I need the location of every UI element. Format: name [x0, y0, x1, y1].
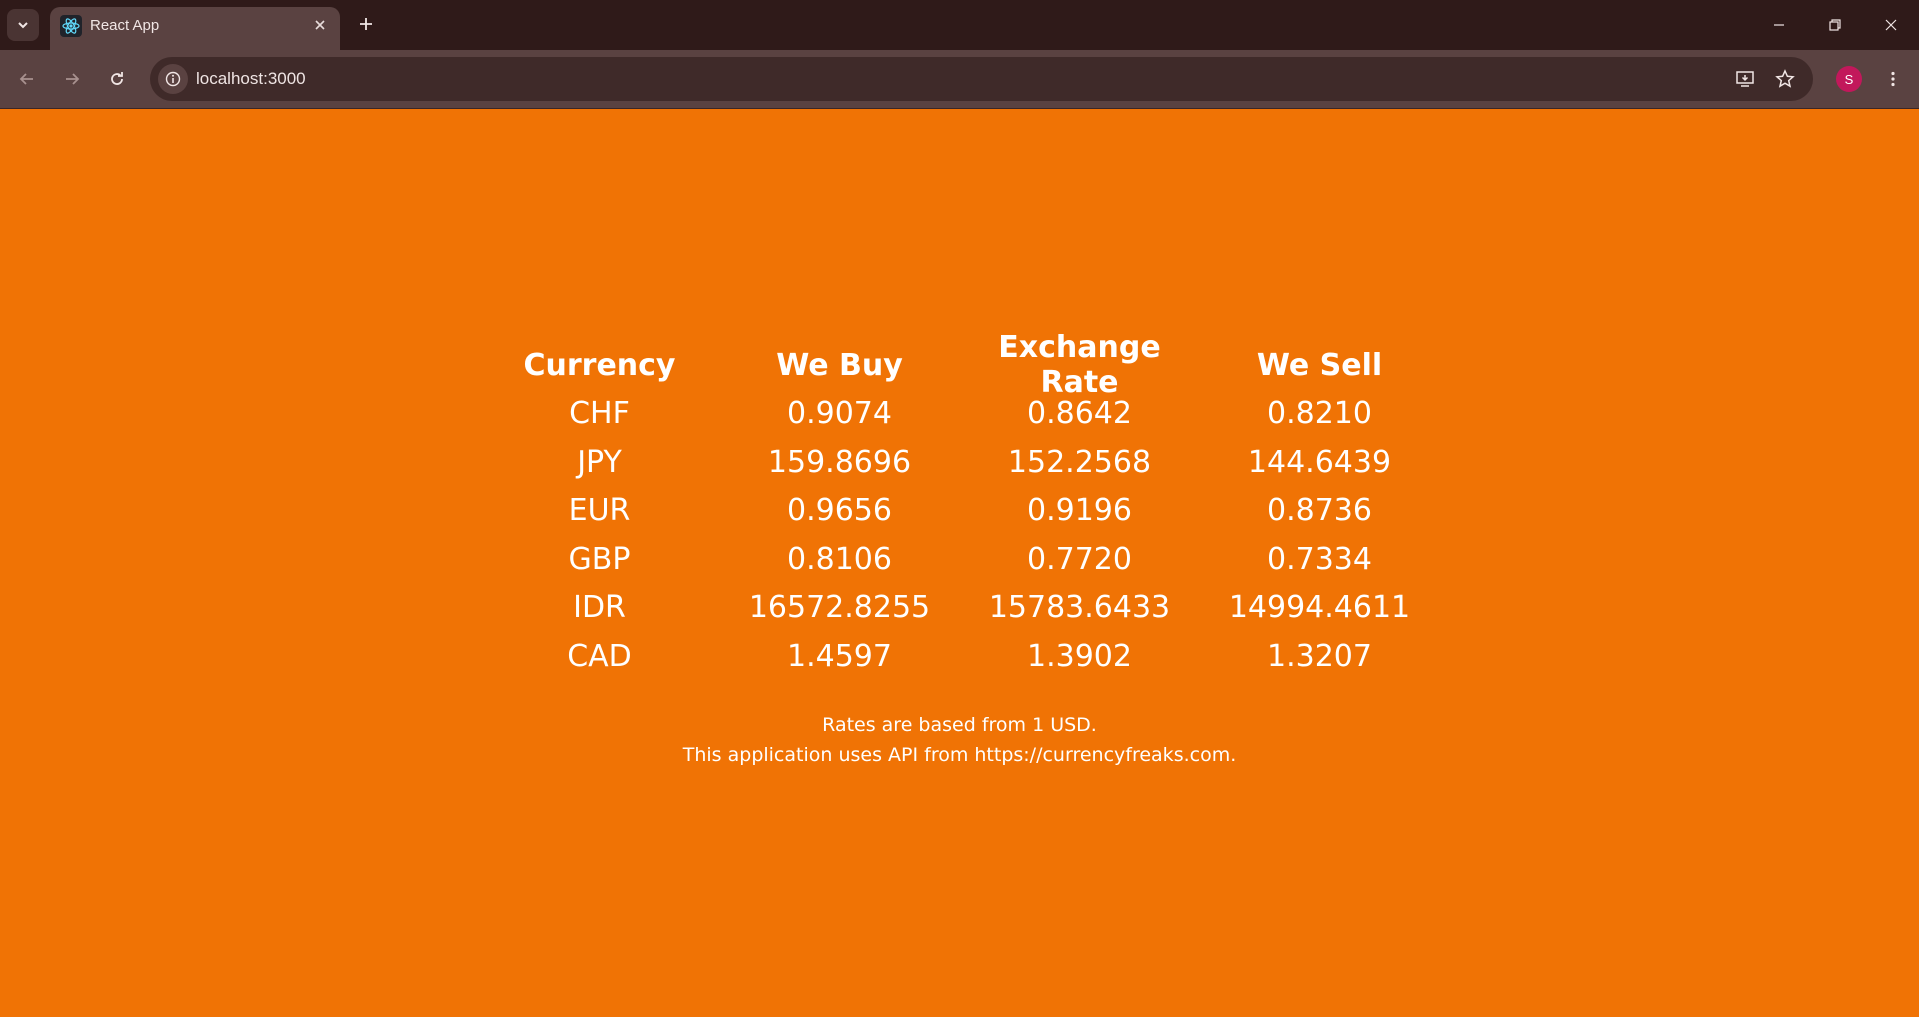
forward-button[interactable] [57, 64, 87, 94]
reload-icon [111, 72, 123, 85]
arrow-left-icon [19, 73, 33, 85]
browser-menu-button[interactable] [1878, 64, 1908, 94]
currency-code: EUR [568, 493, 631, 529]
url-text[interactable]: localhost:3000 [196, 69, 306, 89]
table-row: CAD 1.4597 1.3902 1.3207 [0, 632, 1919, 681]
base-currency-note: Rates are based from 1 USD. [822, 714, 1097, 736]
table-row: CHF 0.9074 0.8642 0.8210 [0, 390, 1919, 439]
plus-icon [360, 18, 372, 30]
we-buy-value: 16572.8255 [748, 590, 931, 626]
restore-button[interactable] [1807, 0, 1863, 50]
currency-code: IDR [573, 590, 626, 626]
we-buy-value: 0.9656 [787, 493, 892, 529]
we-buy-value: 159.8696 [767, 444, 912, 480]
close-window-button[interactable] [1863, 0, 1919, 50]
table-row: JPY 159.8696 152.2568 144.6439 [0, 438, 1919, 487]
currency-code: JPY [577, 444, 622, 480]
table-header-row: Currency We Buy Exchange Rate We Sell [0, 330, 1919, 400]
header-we-buy: We Buy [776, 347, 903, 383]
window-controls [1751, 0, 1919, 50]
close-icon[interactable] [310, 15, 330, 35]
site-info-button[interactable] [158, 64, 188, 94]
info-icon [165, 71, 181, 87]
exchange-rate-value: 15783.6433 [988, 590, 1171, 626]
address-bar[interactable]: localhost:3000 [150, 57, 1813, 101]
we-buy-value: 1.4597 [787, 638, 892, 674]
new-tab-button[interactable] [352, 10, 380, 38]
browser-tab-bar: React App [0, 0, 1919, 50]
bookmark-button[interactable] [1771, 65, 1799, 93]
we-sell-value: 0.8736 [1267, 493, 1372, 529]
minimize-icon [1774, 24, 1784, 26]
restore-icon [1829, 19, 1841, 31]
we-sell-value: 0.8210 [1267, 396, 1372, 432]
more-vertical-icon [1891, 71, 1895, 87]
reload-button[interactable] [102, 64, 132, 94]
page-content: Currency We Buy Exchange Rate We Sell CH… [0, 109, 1919, 1017]
we-sell-value: 1.3207 [1267, 638, 1372, 674]
we-sell-value: 144.6439 [1247, 444, 1392, 480]
header-currency: Currency [523, 347, 676, 383]
exchange-rate-value: 0.8642 [1027, 396, 1132, 432]
we-buy-value: 0.9074 [787, 396, 892, 432]
close-icon [1885, 19, 1897, 31]
tab-react-app[interactable]: React App [50, 7, 340, 50]
we-sell-value: 14994.4611 [1228, 590, 1411, 626]
arrow-right-icon [66, 73, 80, 85]
exchange-rate-value: 0.9196 [1027, 493, 1132, 529]
tab-search-button[interactable] [7, 9, 39, 41]
table-row: GBP 0.8106 0.7720 0.7334 [0, 535, 1919, 584]
table-row: IDR 16572.8255 15783.6433 14994.4611 [0, 584, 1919, 633]
back-button[interactable] [12, 64, 42, 94]
api-attribution-note: This application uses API from https://c… [682, 744, 1237, 766]
exchange-rate-value: 152.2568 [1007, 444, 1152, 480]
avatar[interactable]: S [1836, 66, 1862, 92]
currency-code: CAD [567, 638, 632, 674]
header-exchange-rate: Exchange Rate [998, 330, 1161, 401]
install-icon [1736, 71, 1754, 87]
header-we-sell: We Sell [1256, 347, 1383, 383]
we-sell-value: 0.7334 [1267, 541, 1372, 577]
minimize-button[interactable] [1751, 0, 1807, 50]
install-app-button[interactable] [1731, 65, 1759, 93]
we-buy-value: 0.8106 [787, 541, 892, 577]
tab-title: React App [90, 17, 160, 34]
exchange-rate-value: 0.7720 [1027, 541, 1132, 577]
chevron-down-icon [18, 22, 28, 29]
rates-table: Currency We Buy Exchange Rate We Sell CH… [0, 330, 1919, 681]
exchange-rate-value: 1.3902 [1027, 638, 1132, 674]
table-row: EUR 0.9656 0.9196 0.8736 [0, 487, 1919, 536]
browser-toolbar: localhost:3000 S [0, 50, 1919, 109]
react-logo-icon [60, 15, 82, 37]
currency-code: CHF [569, 396, 630, 432]
currency-code: GBP [568, 541, 631, 577]
star-icon [1775, 69, 1795, 88]
